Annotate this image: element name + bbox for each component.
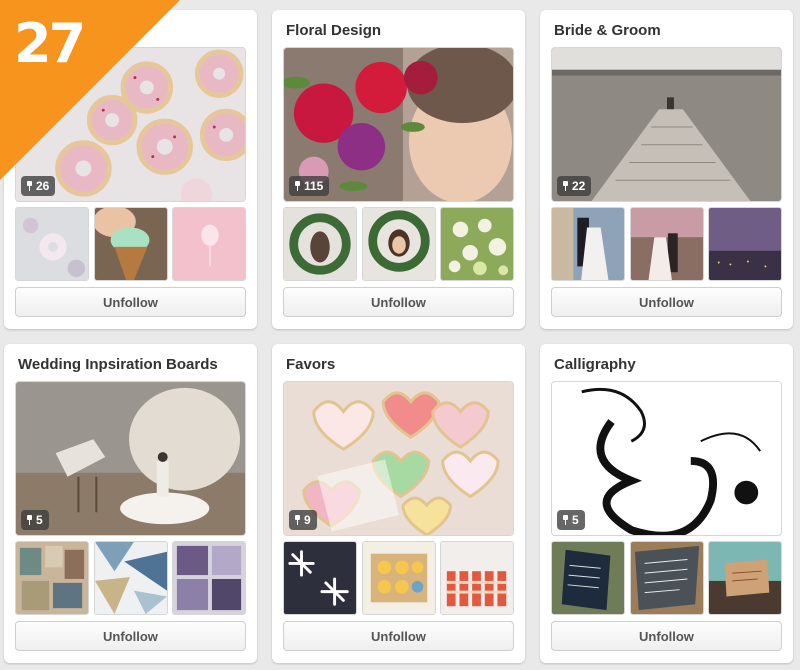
board-thumbnail[interactable] <box>15 541 89 615</box>
unfollow-button[interactable]: Unfollow <box>283 287 514 317</box>
board-thumbnail[interactable] <box>551 207 625 281</box>
unfollow-button[interactable]: Unfollow <box>15 287 246 317</box>
pin-count-badge: 9 <box>289 510 317 530</box>
unfollow-button[interactable]: Unfollow <box>283 621 514 651</box>
pin-icon <box>294 181 301 191</box>
board-thumbnail[interactable] <box>283 541 357 615</box>
board-thumbnail[interactable] <box>440 207 514 281</box>
board-cover-image[interactable]: 22 <box>551 47 782 202</box>
ampersand-calligraphy-photo <box>552 382 781 535</box>
unfollow-button[interactable]: Unfollow <box>551 287 782 317</box>
board-thumbnails <box>15 207 246 281</box>
donut-photo <box>16 208 88 280</box>
board-thumbnail[interactable] <box>172 541 246 615</box>
board-cover-image[interactable]: 9 <box>283 381 514 536</box>
collage-board-photo <box>16 542 88 614</box>
pin-count: 9 <box>304 513 311 527</box>
snowflake-favors-photo <box>284 542 356 614</box>
board-thumbnail[interactable] <box>15 207 89 281</box>
pin-icon <box>562 515 569 525</box>
board-thumbnail[interactable] <box>708 207 782 281</box>
board-thumbnails <box>283 541 514 615</box>
board-card-calligraphy: Calligraphy 5 Unfollow <box>540 344 793 663</box>
board-title: Favors <box>286 356 336 373</box>
board-title: Floral Design <box>286 22 382 39</box>
purple-collage-photo <box>173 542 245 614</box>
blue-collage-photo <box>94 542 167 614</box>
board-thumbnails <box>551 541 782 615</box>
macaron-box-photo <box>362 542 435 614</box>
rank-badge: 27 <box>0 0 180 180</box>
couple-sunset-photo <box>630 208 703 280</box>
board-thumbnail[interactable] <box>708 541 782 615</box>
board-title: Calligraphy <box>554 356 636 373</box>
board-thumbnails <box>15 541 246 615</box>
pin-icon <box>26 181 33 191</box>
board-thumbnails <box>283 207 514 281</box>
unfollow-button[interactable]: Unfollow <box>15 621 246 651</box>
board-thumbnails <box>551 207 782 281</box>
pin-count: 5 <box>36 513 43 527</box>
pin-count-badge: 5 <box>557 510 585 530</box>
cotton-candy-photo <box>173 208 245 280</box>
board-card-bride-groom: Bride & Groom 22 Unfollow <box>540 10 793 329</box>
heart-cookies-photo <box>284 382 513 535</box>
board-card-floral-design: Floral Design 115 Unfollow <box>272 10 525 329</box>
pin-count: 115 <box>304 179 324 193</box>
board-thumbnail[interactable] <box>172 207 246 281</box>
pin-count-badge: 115 <box>289 176 330 196</box>
board-thumbnail[interactable] <box>283 207 357 281</box>
board-cover-image[interactable]: 115 <box>283 47 514 202</box>
slate-calligraphy-photo <box>630 542 703 614</box>
board-thumbnail[interactable] <box>551 541 625 615</box>
peacock-bride-photo <box>16 382 245 535</box>
pin-count: 5 <box>572 513 579 527</box>
board-cover-image[interactable]: 5 <box>551 381 782 536</box>
board-thumbnail[interactable] <box>629 541 704 615</box>
wreath-portrait-photo <box>284 208 356 280</box>
board-thumbnail[interactable] <box>93 207 168 281</box>
board-thumbnail[interactable] <box>629 207 704 281</box>
pin-icon <box>562 181 569 191</box>
board-card-inspiration-boards: Wedding Inpsiration Boards 5 Unfollow <box>4 344 257 663</box>
pin-count-badge: 22 <box>557 176 592 196</box>
board-card-favors: Favors 9 Unfollow <box>272 344 525 663</box>
striped-bottles-photo <box>441 542 513 614</box>
board-title: Bride & Groom <box>554 22 661 39</box>
floral-arrangement-photo <box>441 208 513 280</box>
board-title: Wedding Inpsiration Boards <box>18 356 218 373</box>
rank-number: 27 <box>14 12 86 75</box>
board-thumbnail[interactable] <box>361 541 436 615</box>
chalkboard-sign-photo <box>552 542 624 614</box>
pin-count: 26 <box>36 179 50 193</box>
unfollow-button[interactable]: Unfollow <box>551 621 782 651</box>
board-thumbnail[interactable] <box>93 541 168 615</box>
couple-kissing-photo <box>552 208 624 280</box>
city-dusk-photo <box>709 208 781 280</box>
board-cover-image[interactable]: 5 <box>15 381 246 536</box>
wreath-portrait-photo-2 <box>362 208 435 280</box>
ice-cream-cone-photo <box>94 208 167 280</box>
kraft-card-photo <box>709 542 781 614</box>
board-thumbnail[interactable] <box>361 207 436 281</box>
board-thumbnail[interactable] <box>440 541 514 615</box>
pin-icon <box>294 515 301 525</box>
pin-count: 22 <box>572 179 586 193</box>
pin-icon <box>26 515 33 525</box>
pin-count-badge: 5 <box>21 510 49 530</box>
